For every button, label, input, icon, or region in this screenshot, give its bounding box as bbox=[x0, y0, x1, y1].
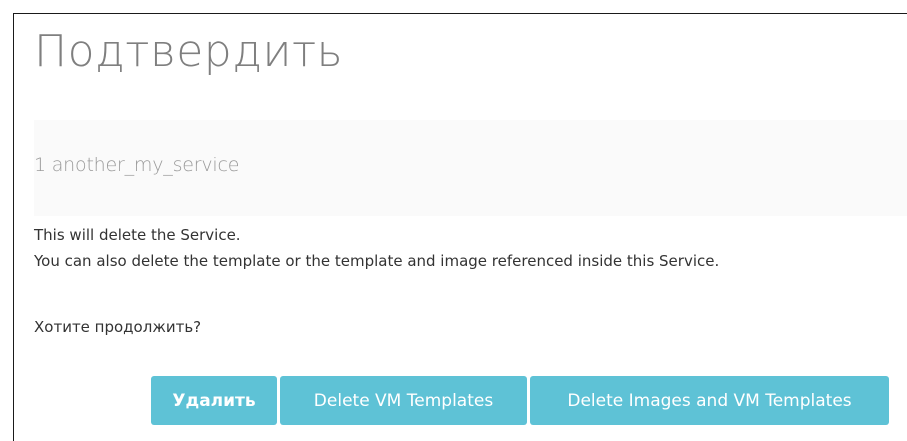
confirm-message: This will delete the Service. You can al… bbox=[34, 222, 719, 274]
confirm-dialog: Подтвердить 1 another_my_service This wi… bbox=[13, 13, 907, 441]
message-line-2: You can also delete the template or the … bbox=[34, 252, 720, 270]
message-line-1: This will delete the Service. bbox=[34, 226, 241, 244]
delete-button[interactable]: Удалить bbox=[151, 376, 277, 425]
delete-vm-templates-button[interactable]: Delete VM Templates bbox=[280, 376, 527, 425]
service-list: 1 another_my_service bbox=[34, 120, 907, 216]
dialog-title: Подтвердить bbox=[34, 26, 344, 77]
service-list-item: 1 another_my_service bbox=[34, 154, 240, 176]
button-row: Удалить Delete VM Templates Delete Image… bbox=[151, 376, 889, 425]
delete-images-and-vm-templates-button[interactable]: Delete Images and VM Templates bbox=[530, 376, 889, 425]
confirm-question: Хотите продолжить? bbox=[34, 318, 202, 336]
